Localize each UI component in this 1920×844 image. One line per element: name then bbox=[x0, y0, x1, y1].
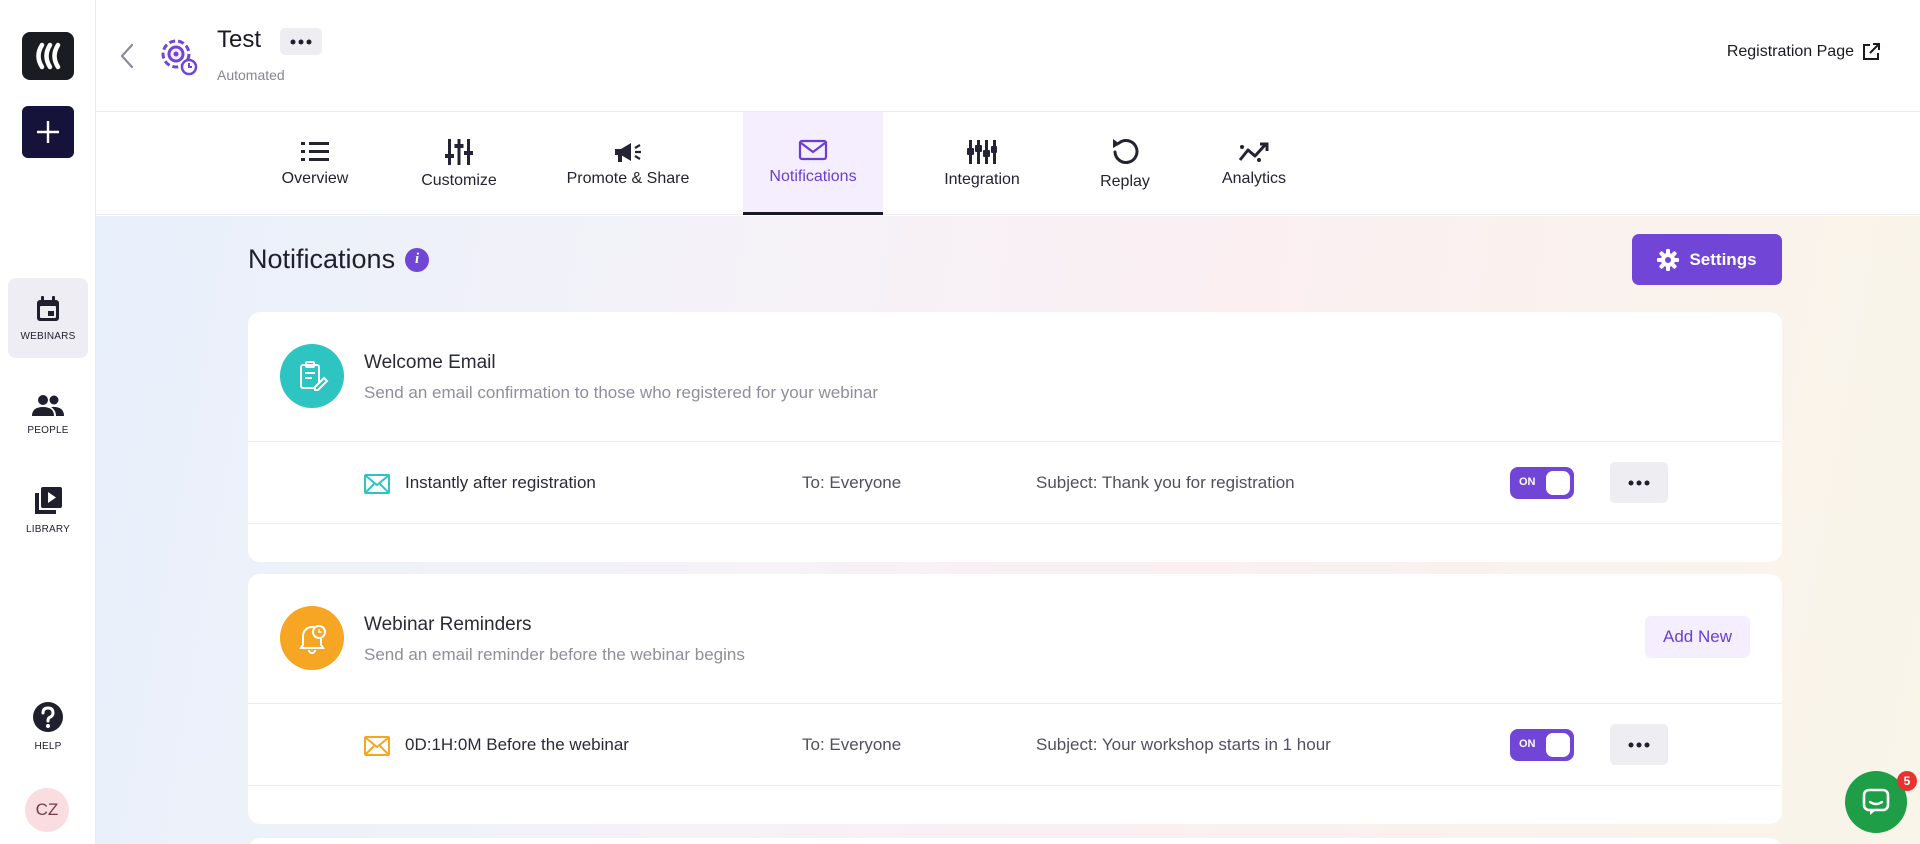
more-horizontal-icon bbox=[1628, 480, 1650, 485]
megaphone-icon bbox=[615, 142, 641, 162]
page-title-text: Notifications bbox=[248, 244, 396, 274]
external-link-icon bbox=[1863, 43, 1880, 60]
tab-customize[interactable]: Customize bbox=[413, 112, 505, 215]
notification-subject: Subject: Your workshop starts in 1 hour bbox=[1036, 735, 1331, 754]
tab-notifications[interactable]: Notifications bbox=[743, 112, 883, 215]
sidebar: WEBINARS PEOPLE LIBRARY HELP CZ bbox=[0, 0, 96, 844]
logo-mark-icon bbox=[36, 42, 61, 70]
integration-icon bbox=[967, 139, 997, 164]
notification-toggle[interactable]: ON bbox=[1510, 467, 1574, 499]
card-title: Welcome Email bbox=[364, 352, 496, 373]
row-more-button[interactable] bbox=[1610, 724, 1668, 765]
notification-row: 0D:1H:0M Before the webinar To: Everyone… bbox=[248, 704, 1782, 786]
toggle-label: ON bbox=[1519, 738, 1536, 750]
notification-recipients: To: Everyone bbox=[802, 473, 902, 492]
gear-icon bbox=[1657, 248, 1680, 271]
tab-label: Promote & Share bbox=[566, 169, 690, 187]
chat-unread-badge: 5 bbox=[1897, 771, 1917, 791]
list-icon bbox=[301, 141, 329, 161]
tab-label: Overview bbox=[281, 169, 349, 187]
card-description: Send an email confirmation to those who … bbox=[364, 383, 879, 402]
tab-label: Analytics bbox=[1221, 169, 1287, 187]
sidebar-item-people[interactable]: PEOPLE bbox=[8, 374, 88, 454]
library-icon bbox=[35, 486, 62, 514]
add-new-reminder-button[interactable]: Add New bbox=[1645, 616, 1750, 658]
tab-label: Notifications bbox=[769, 168, 857, 185]
registration-page-link[interactable]: Registration Page bbox=[1727, 43, 1880, 61]
automated-webinar-icon bbox=[161, 39, 198, 76]
settings-label: Settings bbox=[1689, 249, 1757, 269]
info-icon[interactable]: i bbox=[405, 247, 430, 272]
avatar[interactable]: CZ bbox=[25, 788, 69, 832]
card-description: Send an email reminder before the webina… bbox=[364, 645, 745, 664]
card-icon-badge bbox=[280, 606, 344, 670]
card-icon-badge bbox=[280, 344, 344, 408]
webinar-title: Test bbox=[217, 26, 262, 53]
chat-icon bbox=[1862, 788, 1890, 815]
tab-integration[interactable]: Integration bbox=[927, 112, 1037, 215]
title-more-button[interactable] bbox=[280, 28, 322, 55]
create-button[interactable] bbox=[22, 106, 74, 158]
card-footer bbox=[248, 524, 1782, 562]
clipboard-edit-icon bbox=[300, 361, 329, 391]
card-title: Webinar Reminders bbox=[364, 614, 532, 635]
replay-icon bbox=[1113, 138, 1139, 164]
sidebar-item-library[interactable]: LIBRARY bbox=[8, 470, 88, 550]
next-card-partial bbox=[248, 838, 1782, 844]
card-header: Webinar Reminders Send an email reminder… bbox=[248, 574, 1782, 704]
sidebar-item-label: HELP bbox=[34, 740, 62, 752]
registration-page-label: Registration Page bbox=[1726, 43, 1854, 60]
card-footer bbox=[248, 786, 1782, 824]
tab-bar: Overview Customize Promote & Share Notif… bbox=[96, 112, 1920, 215]
tab-analytics[interactable]: Analytics bbox=[1209, 112, 1299, 215]
sidebar-item-label: LIBRARY bbox=[25, 523, 70, 535]
sidebar-item-help[interactable]: HELP bbox=[8, 686, 88, 766]
analytics-icon bbox=[1238, 142, 1269, 162]
toggle-label: ON bbox=[1519, 476, 1536, 488]
notification-subject: Subject: Thank you for registration bbox=[1036, 473, 1295, 492]
settings-button[interactable]: Settings bbox=[1632, 234, 1782, 285]
app-logo[interactable] bbox=[22, 32, 74, 80]
notification-recipients: To: Everyone bbox=[802, 735, 902, 754]
envelope-icon bbox=[798, 139, 828, 161]
webinar-type: Automated bbox=[217, 67, 285, 83]
calendar-icon bbox=[37, 295, 59, 321]
main-content: Notifications i Settings Welcome Email S… bbox=[96, 216, 1920, 844]
tab-label: Customize bbox=[421, 171, 497, 189]
toggle-knob bbox=[1546, 471, 1570, 495]
notification-timing: Instantly after registration bbox=[405, 473, 596, 492]
more-horizontal-icon bbox=[290, 39, 312, 44]
more-horizontal-icon bbox=[1628, 742, 1650, 747]
tab-replay[interactable]: Replay bbox=[1085, 112, 1165, 215]
notification-toggle[interactable]: ON bbox=[1510, 729, 1574, 761]
sidebar-item-label: WEBINARS bbox=[20, 330, 76, 342]
sidebar-item-label: PEOPLE bbox=[27, 424, 69, 436]
chevron-left-icon bbox=[120, 43, 134, 69]
tab-label: Replay bbox=[1100, 172, 1150, 190]
sidebar-item-webinars[interactable]: WEBINARS bbox=[8, 278, 88, 358]
card-header: Welcome Email Send an email confirmation… bbox=[248, 312, 1782, 442]
bell-clock-icon bbox=[299, 625, 326, 654]
notification-row: Instantly after registration To: Everyon… bbox=[248, 442, 1782, 524]
webinar-reminders-card: Webinar Reminders Send an email reminder… bbox=[248, 574, 1782, 824]
back-button[interactable] bbox=[116, 42, 140, 70]
toggle-knob bbox=[1546, 733, 1570, 757]
notification-timing: 0D:1H:0M Before the webinar bbox=[405, 735, 629, 754]
help-icon bbox=[33, 701, 63, 732]
envelope-icon bbox=[364, 736, 390, 756]
envelope-icon bbox=[364, 474, 390, 494]
people-icon bbox=[32, 394, 64, 416]
tab-label: Integration bbox=[944, 170, 1020, 188]
sliders-icon bbox=[445, 138, 473, 165]
welcome-email-card: Welcome Email Send an email confirmation… bbox=[248, 312, 1782, 562]
page-header: Test Automated Registration Page bbox=[96, 0, 1920, 112]
tab-promote-share[interactable]: Promote & Share bbox=[562, 112, 694, 215]
tab-overview[interactable]: Overview bbox=[270, 112, 360, 215]
plus-icon bbox=[37, 121, 59, 143]
row-more-button[interactable] bbox=[1610, 462, 1668, 503]
page-title: Notifications i bbox=[248, 244, 430, 275]
